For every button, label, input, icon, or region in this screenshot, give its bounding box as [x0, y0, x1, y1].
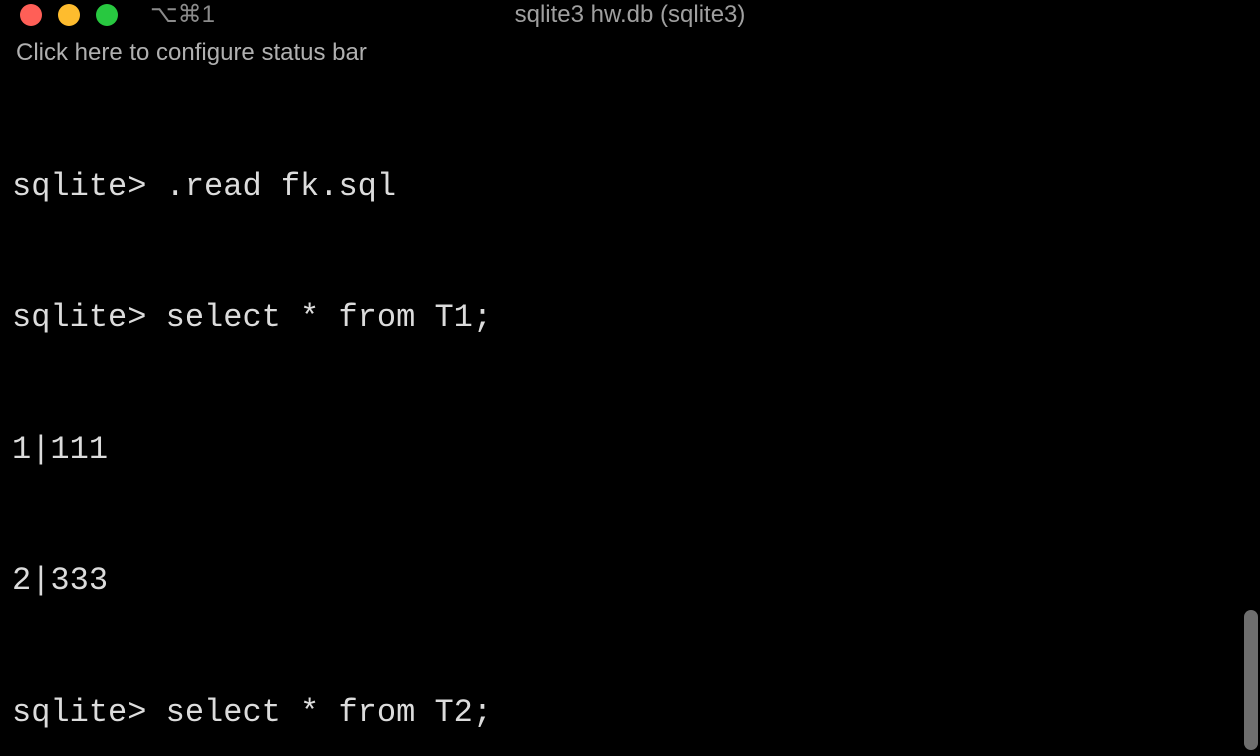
window-shortcut-label: ⌥⌘1 [150, 0, 215, 29]
minimize-icon[interactable] [58, 4, 80, 26]
terminal-line: 1|111 [12, 428, 1248, 472]
terminal-viewport[interactable]: sqlite> .read fk.sql sqlite> select * fr… [0, 77, 1260, 756]
window-titlebar: ⌥⌘1 sqlite3 hw.db (sqlite3) [0, 0, 1260, 29]
close-icon[interactable] [20, 4, 42, 26]
terminal-window: ⌥⌘1 sqlite3 hw.db (sqlite3) Click here t… [0, 0, 1260, 756]
scrollbar-thumb[interactable] [1244, 610, 1258, 750]
zoom-icon[interactable] [96, 4, 118, 26]
terminal-line: sqlite> select * from T1; [12, 296, 1248, 340]
terminal-line: sqlite> select * from T2; [12, 691, 1248, 735]
terminal-line: sqlite> .read fk.sql [12, 165, 1248, 209]
status-bar[interactable]: Click here to configure status bar [0, 29, 1260, 77]
window-controls [20, 4, 118, 26]
scrollbar-track[interactable] [1244, 110, 1258, 750]
terminal-line: 2|333 [12, 559, 1248, 603]
